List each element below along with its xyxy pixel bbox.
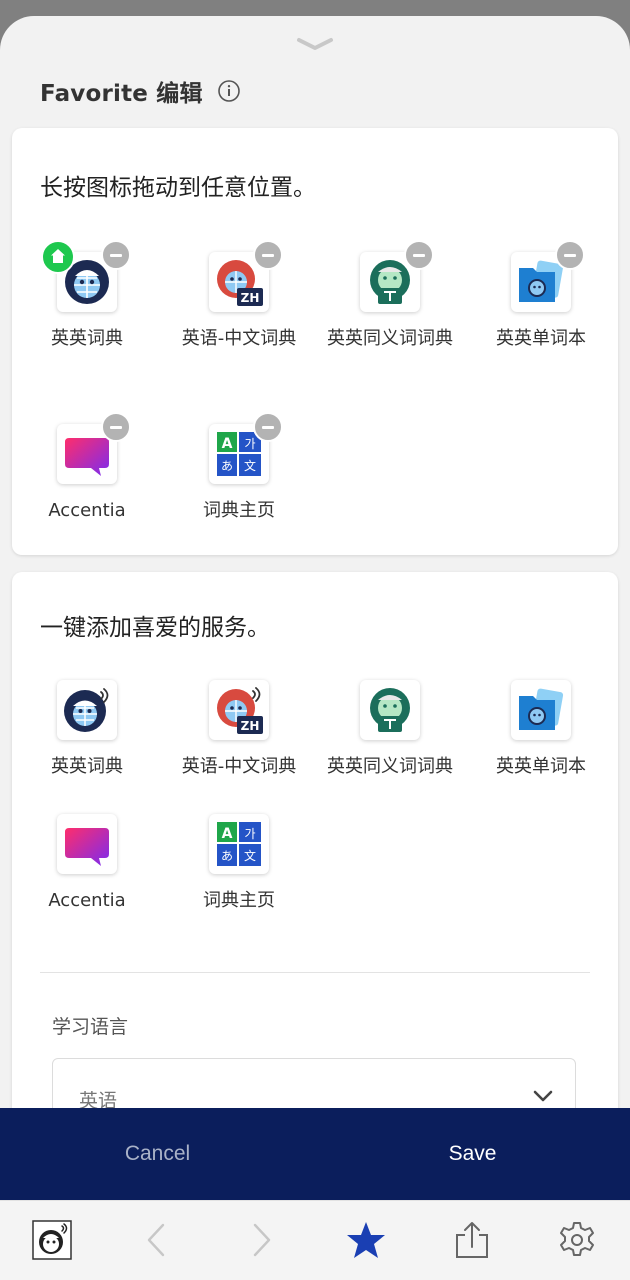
svg-text:A: A (222, 826, 233, 842)
service-tile[interactable]: 英英词典 (12, 680, 162, 781)
tile-label: 英英词典 (51, 328, 123, 349)
home-badge[interactable] (41, 240, 75, 274)
wordbook-folder-icon (511, 240, 585, 312)
accentia-icon (57, 814, 117, 874)
remove-badge[interactable] (404, 240, 434, 270)
svg-text:文: 文 (244, 458, 256, 473)
home-icon (51, 249, 65, 263)
thesaurus-icon-graphic (370, 688, 410, 732)
tile-label: 词典主页 (203, 890, 275, 911)
forward-chevron-icon[interactable] (241, 1220, 281, 1260)
collapse-handle-icon[interactable] (295, 36, 335, 52)
favorite-tile[interactable]: Accentia (12, 412, 162, 525)
en-zh-dictionary-audio-icon-graphic: ZH (217, 687, 263, 734)
svg-text:가: 가 (244, 827, 255, 841)
service-tile[interactable]: A 가 あ 文 词典主页 (164, 814, 314, 915)
tile-label: 英英单词本 (496, 328, 586, 349)
tile-label: 英英同义词词典 (327, 756, 453, 777)
tile-label: 英语-中文词典 (181, 756, 297, 777)
svg-text:ZH: ZH (241, 291, 260, 305)
info-icon[interactable] (217, 79, 241, 103)
thesaurus-icon (360, 240, 434, 312)
globe-dictionary-audio-icon (57, 680, 117, 740)
svg-text:文: 文 (244, 848, 256, 863)
service-tile[interactable]: 英英单词本 (466, 680, 616, 781)
favorite-tile[interactable]: 英英单词本 (466, 240, 616, 353)
favorite-tile[interactable]: ZH 英语-中文词典 (164, 240, 314, 353)
bottom-sheet: Favorite 编辑 长按图标拖动到任意位置。 英英词典 ZH 英语-中文词典… (0, 16, 630, 1280)
remove-badge[interactable] (101, 240, 131, 270)
dictionary-home-icon: A 가 あ 文 (209, 412, 283, 484)
tile-label: 英英同义词词典 (327, 328, 453, 349)
wordbook-folder-icon-graphic (519, 688, 564, 730)
remove-badge[interactable] (555, 240, 585, 270)
en-zh-dictionary-icon: ZH (209, 240, 283, 312)
page-title: Favorite 编辑 (40, 81, 203, 107)
share-icon[interactable] (452, 1220, 492, 1260)
globe-dictionary-audio-icon-graphic (64, 688, 109, 732)
svg-text:あ: あ (221, 459, 233, 473)
learning-language-label: 学习语言 (52, 1016, 129, 1038)
services-heading: 一键添加喜爱的服务。 (40, 615, 270, 641)
tile-label: 英英词典 (51, 756, 123, 777)
accentia-icon-graphic (65, 438, 109, 476)
dictionary-home-icon-graphic: A 가 あ 文 (217, 432, 261, 476)
svg-text:가: 가 (244, 437, 255, 451)
remove-badge[interactable] (101, 412, 131, 442)
tile-label: 英英单词本 (496, 756, 586, 777)
favorite-tile[interactable]: 英英同义词词典 (315, 240, 465, 353)
tile-label: 词典主页 (203, 500, 275, 521)
divider (40, 972, 590, 973)
chevron-down-icon (533, 1090, 553, 1102)
accentia-icon (57, 412, 131, 484)
thesaurus-icon-graphic (370, 260, 410, 304)
svg-text:あ: あ (221, 849, 233, 863)
service-tile[interactable]: ZH 英语-中文词典 (164, 680, 314, 781)
app-avatar-icon[interactable] (32, 1220, 72, 1260)
settings-gear-icon[interactable] (557, 1220, 597, 1260)
en-zh-dictionary-icon-graphic: ZH (217, 260, 263, 306)
favorite-star-icon[interactable] (346, 1220, 386, 1260)
svg-text:A: A (222, 436, 233, 452)
en-zh-dictionary-audio-icon: ZH (209, 680, 269, 740)
globe-dictionary-icon (41, 240, 131, 312)
dictionary-home-icon: A 가 あ 文 (209, 814, 269, 874)
back-chevron-icon[interactable] (137, 1220, 177, 1260)
tile-label: Accentia (48, 890, 126, 911)
service-tile[interactable]: Accentia (12, 814, 162, 915)
bottom-navigation (0, 1200, 630, 1280)
wordbook-folder-icon-graphic (519, 260, 564, 302)
favorite-tile[interactable]: A 가 あ 文 词典主页 (164, 412, 314, 525)
wordbook-folder-icon (511, 680, 571, 740)
action-bar: Cancel Save (0, 1108, 630, 1200)
favorite-tile[interactable]: 英英词典 (12, 240, 162, 353)
save-button[interactable]: Save (315, 1108, 630, 1200)
cancel-button[interactable]: Cancel (0, 1108, 315, 1200)
dictionary-home-icon-graphic: A 가 あ 文 (217, 822, 261, 866)
thesaurus-icon (360, 680, 420, 740)
favorites-card: 长按图标拖动到任意位置。 英英词典 ZH 英语-中文词典 英英同义词词典 英英单… (12, 128, 618, 555)
svg-text:ZH: ZH (241, 719, 260, 733)
favorites-heading: 长按图标拖动到任意位置。 (40, 175, 316, 201)
tile-label: Accentia (48, 500, 126, 521)
remove-badge[interactable] (253, 412, 283, 442)
remove-badge[interactable] (253, 240, 283, 270)
title-row: Favorite 编辑 (40, 74, 241, 108)
service-tile[interactable]: 英英同义词词典 (315, 680, 465, 781)
tile-label: 英语-中文词典 (181, 328, 297, 349)
accentia-icon-graphic (65, 828, 109, 866)
